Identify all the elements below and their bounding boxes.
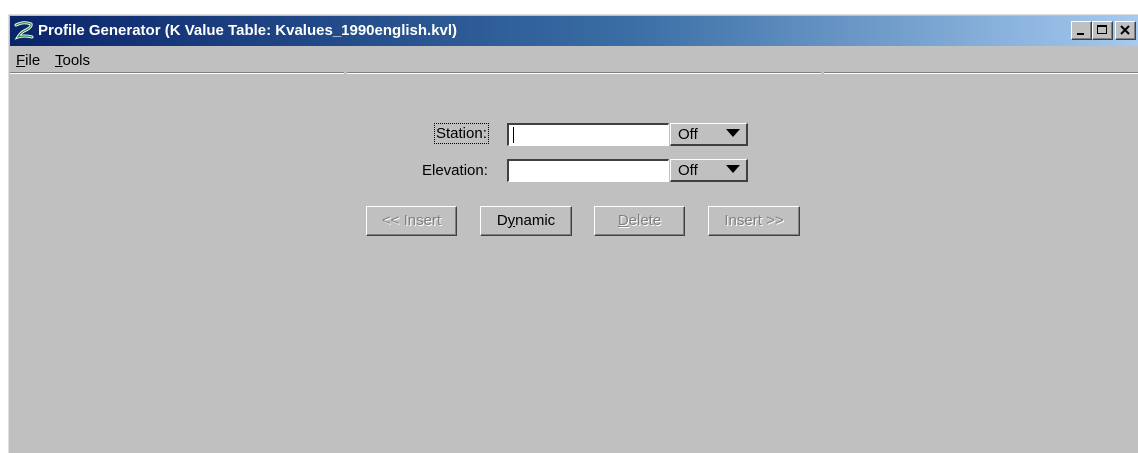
maximize-icon (1097, 25, 1107, 34)
elevation-label: Elevation: (422, 162, 488, 179)
text-caret (513, 127, 514, 143)
menu-file[interactable]: File (16, 52, 40, 69)
station-label: Station: (434, 123, 489, 144)
window-title: Profile Generator (K Value Table: Kvalue… (38, 22, 458, 39)
close-button[interactable] (1115, 21, 1136, 40)
app-icon (14, 21, 34, 40)
dropdown-arrow-icon (726, 129, 740, 137)
close-icon (1120, 25, 1130, 35)
menu-tools-mnemonic: T (55, 52, 63, 69)
dynamic-prefix: D (496, 212, 508, 229)
delete-button[interactable]: Delete (594, 206, 685, 236)
station-mode-value: Off (678, 126, 698, 143)
menu-divider (824, 72, 1138, 74)
minimize-button[interactable] (1071, 21, 1092, 40)
insert-after-button[interactable]: Insert >> (708, 206, 800, 236)
delete-mnemonic: D (617, 212, 629, 229)
menu-tools-rest: ools (62, 52, 91, 69)
menu-file-mnemonic: F (16, 52, 26, 69)
menu-divider (347, 72, 821, 74)
minimize-icon (1077, 33, 1084, 35)
caption-buttons (1071, 21, 1136, 41)
menu-file-rest: ile (25, 52, 41, 69)
menu-bar: File Tools (10, 48, 1138, 74)
station-mode-dropdown[interactable]: Off (670, 123, 748, 146)
menu-divider (10, 72, 344, 74)
profile-generator-window: Profile Generator (K Value Table: Kvalue… (8, 14, 1138, 453)
insert-before-button[interactable]: << Insert (366, 206, 457, 236)
delete-rest: elete (628, 212, 662, 229)
station-input[interactable] (507, 123, 669, 146)
menu-tools[interactable]: Tools (55, 52, 90, 69)
dynamic-suffix: namic (515, 212, 556, 229)
title-bar[interactable]: Profile Generator (K Value Table: Kvalue… (10, 16, 1138, 46)
elevation-mode-value: Off (678, 162, 698, 179)
dynamic-button[interactable]: Dynamic (480, 206, 572, 236)
elevation-input[interactable] (507, 159, 669, 182)
dropdown-arrow-icon (726, 165, 740, 173)
maximize-button[interactable] (1092, 21, 1113, 40)
elevation-mode-dropdown[interactable]: Off (670, 159, 748, 182)
